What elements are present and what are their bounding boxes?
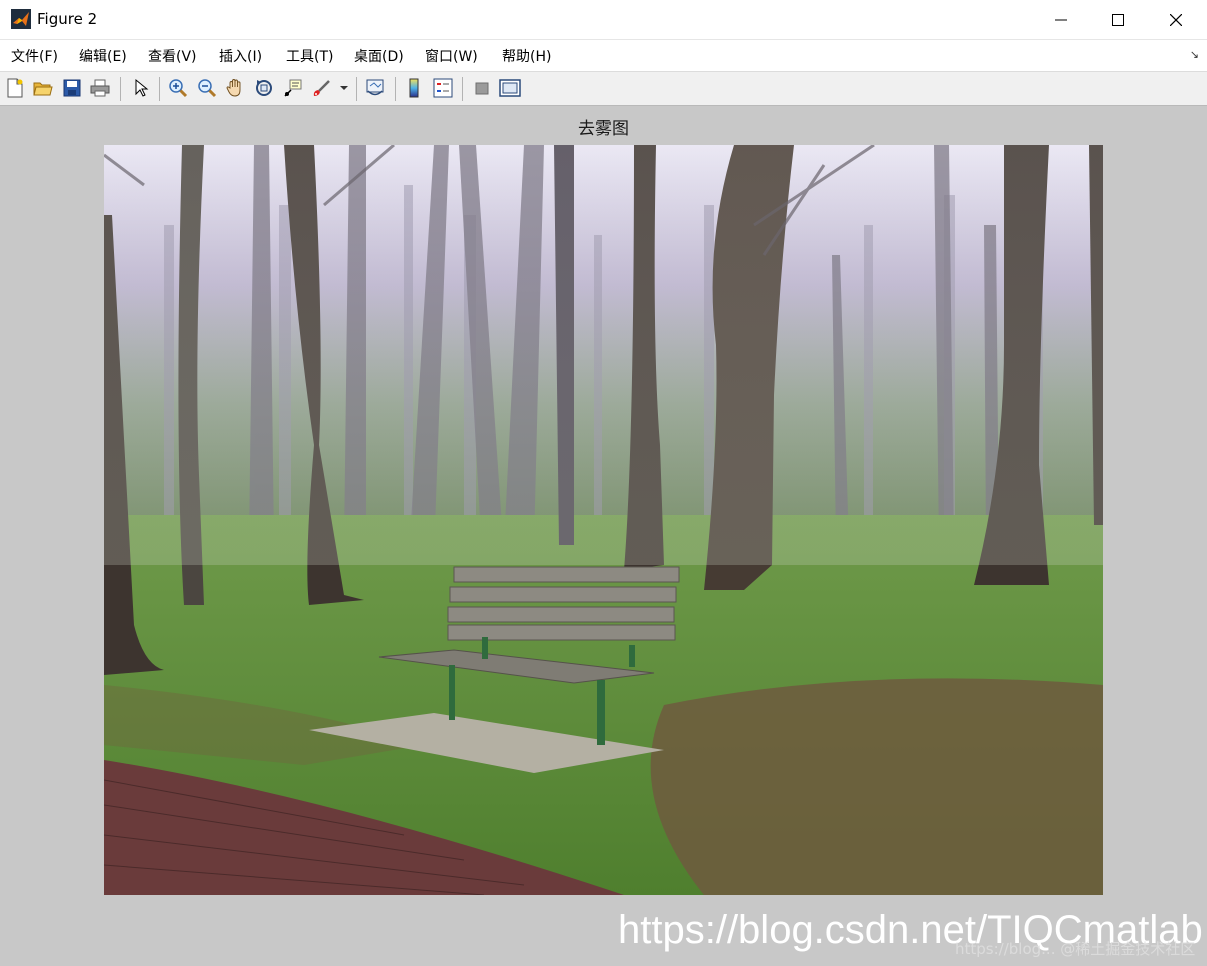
menu-bar: 文件(F) 编辑(E) 查看(V) 插入(I) 工具(T) 桌面(D) 窗口(W… bbox=[0, 40, 1207, 72]
menu-help[interactable]: 帮助(H) bbox=[502, 46, 551, 66]
menu-file[interactable]: 文件(F) bbox=[11, 46, 58, 66]
save-icon[interactable] bbox=[61, 77, 83, 99]
figure-toolbar bbox=[0, 72, 1207, 106]
rotate-3d-icon[interactable] bbox=[253, 77, 275, 99]
maximize-button[interactable] bbox=[1089, 0, 1147, 39]
legend-icon[interactable] bbox=[432, 77, 454, 99]
menu-desktop[interactable]: 桌面(D) bbox=[354, 46, 404, 66]
toolbar-separator bbox=[120, 77, 121, 101]
toolbar-separator bbox=[159, 77, 160, 101]
menu-edit[interactable]: 编辑(E) bbox=[79, 46, 127, 66]
close-button[interactable] bbox=[1147, 0, 1205, 39]
pan-hand-icon[interactable] bbox=[224, 77, 246, 99]
dehazed-park-bench-image bbox=[104, 145, 1103, 895]
window-title: Figure 2 bbox=[37, 10, 98, 28]
menu-insert[interactable]: 插入(I) bbox=[219, 46, 262, 66]
zoom-out-icon[interactable] bbox=[196, 77, 218, 99]
colorbar-icon[interactable] bbox=[403, 77, 425, 99]
brush-icon[interactable] bbox=[311, 77, 333, 99]
menu-window[interactable]: 窗口(W) bbox=[425, 46, 478, 66]
show-plot-tools-icon[interactable] bbox=[499, 77, 521, 99]
minimize-button[interactable] bbox=[1032, 0, 1090, 39]
toolbar-separator bbox=[356, 77, 357, 101]
brush-dropdown-icon[interactable] bbox=[337, 77, 351, 99]
menu-view[interactable]: 查看(V) bbox=[148, 46, 197, 66]
matlab-app-icon bbox=[11, 9, 31, 29]
maximize-icon bbox=[1112, 13, 1124, 26]
print-icon[interactable] bbox=[89, 77, 111, 99]
edit-plot-arrow-icon[interactable] bbox=[130, 77, 152, 99]
data-cursor-icon[interactable] bbox=[282, 77, 304, 99]
new-figure-icon[interactable] bbox=[4, 77, 26, 99]
window-titlebar: Figure 2 bbox=[0, 0, 1207, 40]
toolbar-separator bbox=[395, 77, 396, 101]
minimize-icon bbox=[1055, 19, 1067, 20]
hide-plot-tools-icon[interactable] bbox=[471, 77, 493, 99]
watermark-community: https://blog... @稀土掘金技术社区 bbox=[955, 940, 1196, 958]
toolbar-separator bbox=[462, 77, 463, 101]
zoom-in-icon[interactable] bbox=[167, 77, 189, 99]
link-plot-icon[interactable] bbox=[364, 77, 386, 99]
axes-title: 去雾图 bbox=[578, 119, 629, 139]
menu-tools[interactable]: 工具(T) bbox=[286, 46, 333, 66]
open-file-icon[interactable] bbox=[32, 77, 54, 99]
close-icon bbox=[1170, 13, 1182, 26]
dock-arrow-icon[interactable]: ↘ bbox=[1190, 48, 1199, 61]
